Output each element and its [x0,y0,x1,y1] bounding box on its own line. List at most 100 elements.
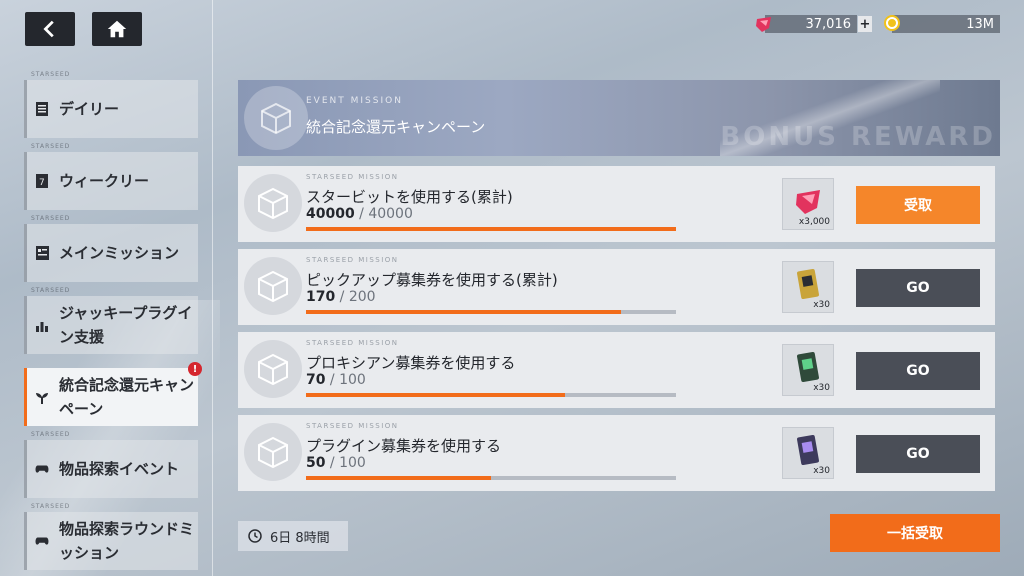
currency-value: 13M [892,15,1000,33]
progress-bar [306,310,676,314]
mission-title: プロキシアン募集券を使用する [306,354,516,372]
mission-row: STARSEED MISSION プラグイン募集券を使用する 50 / 100 … [238,415,995,491]
reward-qty: x3,000 [798,217,830,227]
star-bit-gem-icon [796,190,820,214]
sidebar-item-tag: STARSEED [31,71,71,78]
mission-progress-text: 50 / 100 [306,455,366,471]
alert-badge: ! [188,362,202,376]
sidebar-item-item-search-round[interactable]: STARSEED 物品探索ラウンドミッション [24,503,198,570]
mission-progress-text: 170 / 200 [306,289,376,305]
sidebar-divider [212,0,213,576]
reward-qty: x30 [813,383,830,393]
box-icon [244,174,302,232]
sidebar-item-main-mission[interactable]: STARSEED メインミッション [24,215,198,282]
mission-eyebrow: STARSEED MISSION [306,339,399,347]
go-button[interactable]: GO [856,269,980,307]
gold-ticket-icon [797,268,819,300]
reward-item[interactable]: x30 [782,427,834,479]
sidebar-item-item-search-event[interactable]: STARSEED 物品探索イベント [24,431,198,498]
reward-item[interactable]: x30 [782,261,834,313]
progress-fill [306,476,491,480]
back-arrow-icon [43,20,54,38]
sidebar-item-label: ジャッキープラグイン支援 [59,304,193,346]
coin-icon [884,15,900,31]
progress-current: 70 [306,372,326,388]
progress-current: 170 [306,289,336,305]
progress-bar [306,227,676,231]
back-button[interactable] [25,12,75,46]
svg-text:7: 7 [39,178,45,188]
purple-ticket-icon [797,434,819,466]
sidebar-item-label: デイリー [59,100,120,118]
progress-bar [306,393,676,397]
sidebar-item-label: 物品探索ラウンドミッション [59,520,195,562]
reward-item[interactable]: x30 [782,344,834,396]
sidebar-item-tag: STARSEED [31,215,71,222]
progress-current: 40000 [306,206,355,222]
add-currency-button[interactable]: + [858,16,872,32]
mission-progress-text: 70 / 100 [306,372,366,388]
currency-value: 37,016 [765,15,857,33]
gamepad-icon [35,462,49,476]
progress-fill [306,393,565,397]
support-icon [35,318,49,332]
reward-item[interactable]: x3,000 [782,178,834,230]
mission-title: ピックアップ募集券を使用する(累計) [306,271,558,289]
green-ticket-icon [797,351,819,383]
sidebar-item-weekly[interactable]: STARSEED 7 ウィークリー [24,143,198,210]
box-icon [244,257,302,315]
claim-button[interactable]: 受取 [856,186,980,224]
reward-qty: x30 [813,466,830,476]
box-icon [244,423,302,481]
main-mission-icon [35,246,49,260]
sidebar-item-tag: STARSEED [31,287,71,294]
sidebar-item-tag: STARSEED [31,143,71,150]
sidebar-item-label: ウィークリー [59,172,150,190]
mission-row: STARSEED MISSION ピックアップ募集券を使用する(累計) 170 … [238,249,995,325]
gamepad-icon [35,534,49,548]
sidebar-item-tag: STARSEED [31,431,71,438]
mission-progress-text: 40000 / 40000 [306,206,413,222]
progress-current: 50 [306,455,326,471]
weekly-icon: 7 [35,174,49,188]
progress-total: / 200 [335,289,376,305]
mission-eyebrow: STARSEED MISSION [306,256,399,264]
progress-fill [306,227,676,231]
banner-deco-text: BONUS REWARD [720,122,996,152]
reward-qty: x30 [813,300,830,310]
sprout-icon [35,390,49,404]
star-bit-gem-icon [756,17,771,32]
progress-total: / 100 [325,455,366,471]
mission-title: プラグイン募集券を使用する [306,437,502,455]
progress-fill [306,310,621,314]
event-banner: EVENT MISSION 統合記念還元キャンペーン BONUS REWARD [238,80,1000,156]
timer-text: 6日 8時間 [270,530,330,546]
box-icon [244,340,302,398]
home-button[interactable] [92,12,142,46]
sidebar-item-jackie-plugin[interactable]: STARSEED ジャッキープラグイン支援 [24,287,198,354]
clock-icon [248,529,262,543]
go-button[interactable]: GO [856,435,980,473]
banner-eyebrow: EVENT MISSION [306,96,403,106]
sidebar-item-tag: STARSEED [31,503,71,510]
claim-all-button[interactable]: 一括受取 [830,514,1000,552]
daily-icon [35,102,49,116]
sidebar-item-daily[interactable]: STARSEED デイリー [24,71,198,138]
banner-title: 統合記念還元キャンペーン [306,118,486,136]
sidebar-item-label: 統合記念還元キャンペーン [59,376,195,418]
go-button[interactable]: GO [856,352,980,390]
mission-eyebrow: STARSEED MISSION [306,173,399,181]
progress-total: / 40000 [354,206,413,222]
home-icon [107,20,127,38]
sidebar-item-label: 物品探索イベント [59,460,180,478]
mission-row: STARSEED MISSION プロキシアン募集券を使用する 70 / 100… [238,332,995,408]
mission-title: スタービットを使用する(累計) [306,188,513,206]
mission-row: STARSEED MISSION スタービットを使用する(累計) 40000 /… [238,166,995,242]
mission-eyebrow: STARSEED MISSION [306,422,399,430]
event-timer: 6日 8時間 [238,521,348,551]
sidebar-item-label: メインミッション [59,244,180,262]
progress-bar [306,476,676,480]
sidebar-item-campaign[interactable]: 統合記念還元キャンペーン ! [24,362,202,426]
progress-total: / 100 [325,372,366,388]
box-icon [244,86,308,150]
